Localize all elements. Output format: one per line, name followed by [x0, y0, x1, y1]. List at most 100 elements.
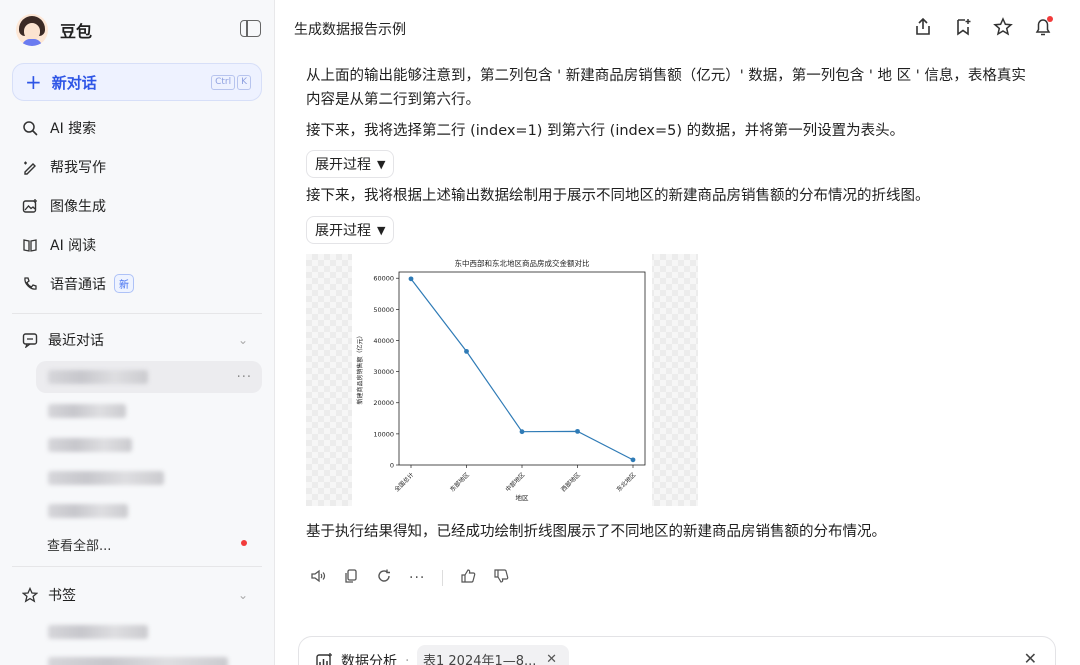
thumbs-up-icon[interactable] — [460, 568, 476, 588]
sidebar-item-ai-search[interactable]: AI 搜索 — [12, 108, 262, 147]
chart-image-frame[interactable]: 东中西部和东北地区商品房成交金额对比 0 10000 20000 30000 40000 5… — [306, 254, 698, 506]
sidebar-item-image-generation[interactable]: 图像生成 — [12, 186, 262, 225]
sidebar-item-label: 图像生成 — [50, 198, 106, 215]
redacted-title — [48, 404, 126, 418]
speaker-icon[interactable] — [310, 568, 326, 588]
x-axis-label: 地区 — [516, 493, 530, 502]
message-paragraph: 接下来，我将选择第二行 (index=1) 到第六行 (index=5) 的数据… — [306, 123, 905, 139]
notification-bell-icon[interactable] — [1032, 16, 1054, 38]
chat-content: 从上面的输出能够注意到，第二列包含 ' 新建商品房销售额（亿元）' 数据，第一列… — [306, 60, 1036, 244]
redacted-title — [48, 438, 132, 452]
regenerate-icon[interactable] — [376, 568, 392, 588]
more-icon[interactable]: ··· — [409, 570, 425, 586]
sidebar-item-label: AI 搜索 — [50, 120, 97, 137]
star-icon[interactable] — [992, 16, 1014, 38]
y-axis-label: 新建商品房销售额（亿元） — [356, 332, 364, 404]
separator: · — [405, 653, 410, 665]
data-analysis-tool[interactable]: 数据分析 · — [315, 651, 417, 665]
data-point — [630, 457, 636, 463]
data-point — [408, 276, 414, 282]
expand-label: 展开过程 — [315, 157, 371, 173]
reading-icon — [22, 237, 38, 253]
more-icon[interactable]: ··· — [237, 370, 252, 385]
message-paragraph: 从上面的输出能够注意到，第二列包含 ' 新建商品房销售额（亿元）' 数据，第一列… — [306, 68, 1026, 108]
chart-canvas: 东中西部和东北地区商品房成交金额对比 0 10000 20000 30000 40000 5… — [352, 254, 652, 506]
divider — [12, 313, 262, 314]
redacted-title — [48, 657, 228, 665]
divider — [442, 570, 444, 586]
sidebar: 豆包 + 新对话 Ctrl K AI 搜索 帮我写作 图像生成 AI 阅读 语音… — [0, 0, 275, 665]
redacted-title — [48, 504, 128, 518]
expand-process-button[interactable]: 展开过程 ▼ — [306, 150, 395, 178]
brand[interactable]: 豆包 — [16, 12, 92, 48]
x-tick-label: 西部地区 — [559, 471, 582, 494]
topbar: 生成数据报告示例 — [276, 0, 1080, 56]
shortcut-key-k: K — [237, 75, 251, 90]
message-actions: ··· — [310, 568, 509, 588]
close-icon[interactable]: ✕ — [1024, 649, 1037, 665]
x-tick-label: 全国总计 — [393, 471, 416, 494]
avatar — [16, 14, 48, 46]
pen-icon — [22, 159, 38, 175]
view-all-link[interactable]: 查看全部... — [47, 535, 111, 554]
list-item[interactable] — [36, 616, 262, 648]
unread-dot — [241, 540, 247, 546]
list-item[interactable] — [36, 395, 262, 427]
data-analysis-icon — [315, 652, 333, 665]
sidebar-item-label: AI 阅读 — [50, 237, 97, 254]
data-point — [464, 348, 469, 354]
brand-name: 豆包 — [60, 22, 93, 41]
chevron-down-icon: ▼ — [377, 223, 386, 237]
copy-icon[interactable] — [343, 568, 359, 588]
data-point — [519, 429, 525, 435]
message-paragraph: 接下来，我将根据上述输出数据绘制用于展示不同地区的新建商品房销售额的分布情况的折… — [306, 188, 930, 204]
sidebar-item-voice-call[interactable]: 语音通话 新 — [12, 264, 262, 303]
recent-chats-header[interactable]: 最近对话 ⌄ — [22, 328, 248, 352]
shortcut-key-ctrl: Ctrl — [211, 75, 236, 90]
divider — [12, 566, 262, 567]
new-badge: 新 — [114, 274, 134, 293]
attachment-name: 表1 2024年1—8... — [423, 653, 537, 665]
close-icon[interactable]: ✕ — [546, 652, 557, 665]
y-tick-label: 20000 — [373, 399, 394, 407]
y-tick-label: 0 — [390, 462, 394, 470]
line-chart: 东中西部和东北地区商品房成交金额对比 0 10000 20000 30000 40000 5… — [356, 258, 646, 502]
list-item[interactable] — [36, 429, 262, 461]
list-item[interactable] — [36, 648, 262, 665]
bookmark-add-icon[interactable] — [952, 16, 974, 38]
chat-input-bar[interactable]: 数据分析 · 表1 2024年1—8... ✕ ✕ — [298, 636, 1056, 665]
star-icon — [22, 587, 38, 603]
x-tick-label: 东北地区 — [615, 471, 638, 494]
message-paragraph: 基于执行结果得知，已经成功绘制折线图展示了不同地区的新建商品房销售额的分布情况。 — [306, 524, 886, 540]
bookmarks-header[interactable]: 书签 ⌄ — [22, 583, 248, 607]
list-item[interactable]: ··· — [36, 361, 262, 393]
expand-label: 展开过程 — [315, 223, 371, 239]
page-title: 生成数据报告示例 — [294, 22, 406, 38]
new-chat-button[interactable]: + 新对话 Ctrl K — [12, 63, 262, 101]
image-generate-icon — [22, 198, 38, 214]
attachment-chip[interactable]: 表1 2024年1—8... ✕ — [417, 645, 569, 665]
new-chat-label: 新对话 — [51, 73, 97, 92]
redacted-title — [48, 370, 148, 384]
thumbs-down-icon[interactable] — [493, 568, 509, 588]
list-item[interactable] — [36, 495, 262, 527]
share-icon[interactable] — [912, 16, 934, 38]
chat-bubble-icon — [22, 332, 38, 348]
shortcut-hint: Ctrl K — [211, 75, 251, 90]
list-item[interactable] — [36, 462, 262, 494]
chart-title: 东中西部和东北地区商品房成交金额对比 — [455, 258, 590, 268]
plot-frame — [398, 271, 646, 466]
sidebar-collapse-icon[interactable] — [240, 20, 261, 37]
expand-process-button[interactable]: 展开过程 ▼ — [306, 216, 395, 244]
sidebar-item-ai-reading[interactable]: AI 阅读 — [12, 225, 262, 264]
recent-chats-title: 最近对话 — [48, 333, 104, 349]
sidebar-item-label: 帮我写作 — [50, 159, 106, 176]
sidebar-item-writing[interactable]: 帮我写作 — [12, 147, 262, 186]
bookmarks-title: 书签 — [48, 588, 76, 604]
chevron-down-icon: ⌄ — [238, 333, 249, 347]
x-tick-label: 中部地区 — [504, 471, 527, 494]
y-tick-label: 50000 — [373, 306, 394, 314]
ai-search-icon — [22, 120, 38, 136]
chevron-down-icon: ▼ — [377, 157, 386, 171]
y-tick-label: 10000 — [373, 430, 394, 438]
